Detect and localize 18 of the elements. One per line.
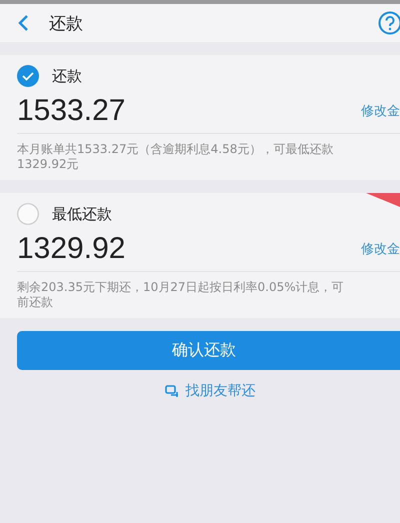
confirm-button[interactable]: 确认还款 xyxy=(17,331,400,370)
checked-radio[interactable] xyxy=(17,65,39,87)
friend-pay-link[interactable]: 找朋友帮还 xyxy=(164,382,256,400)
option-description: 本月账单共1533.27元（含逾期利息4.58元），可最低还款 1329.92元 xyxy=(17,142,334,172)
option-card[interactable]: 还款 1533.27 修改金 本月账单共1533.27元（含逾期利息4.58元），可最低还款 1329.92元 xyxy=(0,55,400,180)
chat-icon xyxy=(164,384,180,398)
radio-button[interactable] xyxy=(17,203,39,225)
back-icon[interactable] xyxy=(17,14,29,32)
edit-amount-link[interactable]: 修改金 xyxy=(361,240,400,258)
option-label: 最低还款 xyxy=(52,204,112,224)
option-card[interactable]: 最低还款 1329.92 修改金 剩余203.35元下期还，10月27日起按日利率0.05%计息，可 前还款 xyxy=(0,193,400,318)
page-title: 还款 xyxy=(49,12,83,34)
amount-value: 1329.92 xyxy=(17,232,126,266)
edit-amount-link[interactable]: 修改金 xyxy=(361,102,400,120)
amount-value: 1533.27 xyxy=(17,94,126,128)
help-icon[interactable] xyxy=(378,11,400,35)
option-label: 还款 xyxy=(52,66,82,86)
option-description: 剩余203.35元下期还，10月27日起按日利率0.05%计息，可 前还款 xyxy=(17,280,345,310)
